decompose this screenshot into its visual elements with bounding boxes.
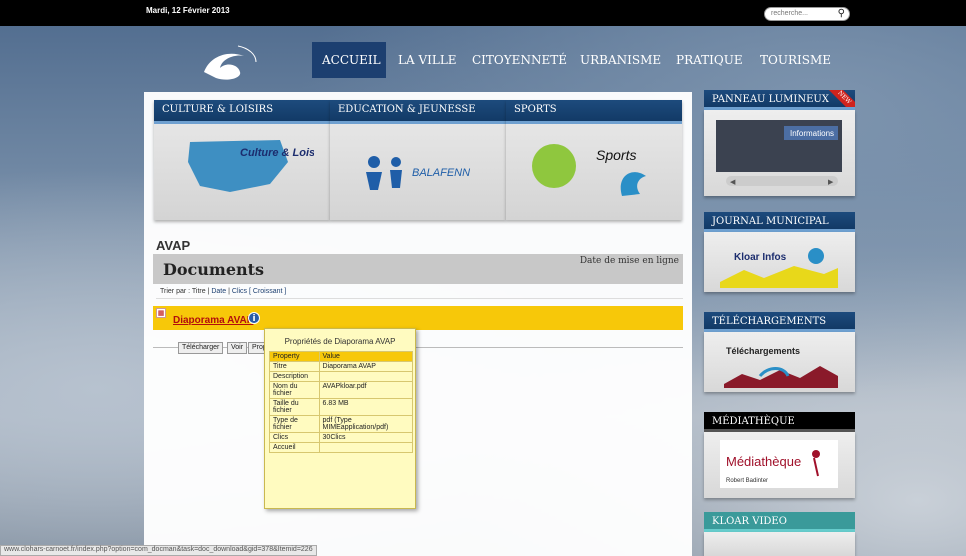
sidebar-title: PANNEAU LUMINEUX NEW (704, 90, 855, 110)
sidebar-title: JOURNAL MUNICIPAL (704, 212, 855, 232)
search-input[interactable]: recherche... ⚲ (764, 7, 850, 21)
culture-image-text: Culture & Loisirs (240, 147, 314, 159)
documents-title: Documents (163, 260, 265, 279)
view-button[interactable]: Voir (227, 342, 248, 354)
sidebar-box: Informations ◀ ▶ (704, 110, 855, 196)
info-icon[interactable]: i (248, 312, 260, 324)
sidebar-box (704, 532, 855, 556)
current-date: Mardi, 12 Février 2013 (146, 6, 230, 15)
culture-image: Culture & Loisirs (188, 140, 314, 192)
category-sports[interactable]: SPORTS Sports (506, 100, 682, 220)
sort-bar: Trier par : Titre | Date | Clics [ Crois… (160, 288, 286, 295)
value-cell (318, 442, 414, 453)
document-row: ▦ Diaporama AVAP i (153, 306, 683, 330)
table-header: Property (269, 351, 320, 362)
sidebar-title-text: PANNEAU LUMINEUX (712, 94, 829, 105)
education-image: BALAFENN (366, 156, 470, 190)
sidebar-box: Médiathèque Robert Badinter (704, 432, 855, 498)
sports-image-text: Sports (596, 147, 636, 163)
category-title: SPORTS (506, 100, 682, 124)
value-cell: 30Clics (318, 432, 414, 443)
table-row: Clics 30Clics (269, 432, 414, 443)
browser-status-bar: www.clohars-carnoet.fr/index.php?option=… (0, 545, 317, 556)
telechargements-text: Téléchargements (726, 346, 800, 356)
property-cell: Nom du fichier (269, 381, 320, 399)
nav-accueil[interactable]: ACCUEIL (312, 42, 386, 78)
sort-order-link[interactable]: [ Croissant ] (249, 288, 286, 295)
mediatheque-subtext: Robert Badinter (726, 478, 768, 484)
nav-urbanisme[interactable]: URBANISME (570, 42, 671, 78)
date-column-header: Date de mise en ligne (579, 256, 679, 266)
documents-header: Documents Date de mise en ligne (153, 254, 683, 284)
document-title-link[interactable]: Diaporama AVAP (173, 315, 253, 326)
value-cell: Diaporama AVAP (318, 361, 414, 372)
site-logo[interactable] (198, 42, 260, 84)
search-icon[interactable]: ⚲ (838, 8, 845, 19)
sidebar-panneau-lumineux[interactable]: PANNEAU LUMINEUX NEW Informations ◀ ▶ (704, 90, 855, 196)
table-row: Type de fichier pdf (Type MIMEapplicatio… (269, 415, 414, 433)
svg-text:▶: ▶ (828, 179, 834, 186)
info-panel-text: Informations (790, 129, 834, 138)
sidebar-title: KLOAR VIDEO (704, 512, 855, 532)
property-cell: Description (269, 371, 320, 382)
sidebar-box: Téléchargements (704, 332, 855, 392)
table-header-row: Property Value (269, 351, 414, 362)
sort-label: Trier par : Titre | (160, 288, 210, 295)
nav-citoyennete[interactable]: CITOYENNETÉ (462, 42, 577, 78)
sort-separator: | (228, 288, 230, 295)
info-panel-image: Informations ◀ ▶ (716, 120, 842, 186)
value-cell: AVAPkloar.pdf (318, 381, 414, 399)
svg-text:◀: ◀ (730, 179, 736, 186)
sports-image: Sports (532, 144, 646, 196)
table-row: Description (269, 371, 414, 382)
kloar-infos-image: Kloar Infos (720, 248, 838, 288)
value-cell: pdf (Type MIMEapplication/pdf) (318, 415, 414, 433)
property-cell: Accueil (269, 442, 320, 453)
page-title: AVAP (156, 238, 191, 253)
divider (156, 298, 683, 299)
properties-tooltip: Propriétés de Diaporama AVAP Property Va… (264, 328, 416, 509)
sort-by-date-link[interactable]: Date (211, 288, 226, 295)
wave-logo-icon (204, 45, 257, 80)
category-education[interactable]: EDUCATION & JEUNESSE BALAFENN (330, 100, 506, 220)
document-file-icon: ▦ (156, 308, 166, 318)
value-cell (318, 371, 414, 382)
sidebar-title: TÉLÉCHARGEMENTS (704, 312, 855, 332)
table-row: Taille du fichier 6.83 MB (269, 398, 414, 416)
category-culture[interactable]: CULTURE & LOISIRS Culture & Loisirs (154, 100, 330, 220)
nav-tourisme[interactable]: TOURISME (750, 42, 841, 78)
sidebar-journal-municipal[interactable]: JOURNAL MUNICIPAL Kloar Infos (704, 212, 855, 292)
properties-table: Property Value Titre Diaporama AVAP Desc… (269, 351, 414, 453)
table-header: Value (318, 351, 414, 362)
property-cell: Titre (269, 361, 320, 372)
category-title: CULTURE & LOISIRS (154, 100, 330, 124)
property-cell: Clics (269, 432, 320, 443)
mediatheque-image: Médiathèque Robert Badinter (720, 440, 838, 488)
value-cell: 6.83 MB (318, 398, 414, 416)
education-image-text: BALAFENN (412, 167, 470, 179)
sidebar-kloar-video[interactable]: KLOAR VIDEO (704, 512, 855, 556)
mediatheque-text: Médiathèque (726, 454, 801, 469)
download-button[interactable]: Télécharger (178, 342, 224, 354)
sort-by-clics-link[interactable]: Clics (232, 288, 247, 295)
nav-pratique[interactable]: PRATIQUE (666, 42, 753, 78)
property-cell: Taille du fichier (269, 398, 320, 416)
kloar-infos-text: Kloar Infos (734, 252, 787, 263)
search-placeholder: recherche... (771, 10, 808, 17)
top-bar: Mardi, 12 Février 2013 recherche... ⚲ (0, 0, 966, 26)
sidebar-mediatheque[interactable]: MÉDIATHÈQUE Médiathèque Robert Badinter (704, 412, 855, 498)
sidebar-telechargements[interactable]: TÉLÉCHARGEMENTS Téléchargements (704, 312, 855, 392)
category-title: EDUCATION & JEUNESSE (330, 100, 506, 124)
table-row: Accueil (269, 442, 414, 453)
nav-la-ville[interactable]: LA VILLE (388, 42, 467, 78)
telechargements-image: Téléchargements (724, 346, 838, 388)
property-cell: Type de fichier (269, 415, 320, 433)
tooltip-title: Propriétés de Diaporama AVAP (284, 337, 396, 346)
sidebar-box: Kloar Infos (704, 232, 855, 292)
table-row: Titre Diaporama AVAP (269, 361, 414, 372)
table-row: Nom du fichier AVAPkloar.pdf (269, 381, 414, 399)
sidebar-title: MÉDIATHÈQUE (704, 412, 855, 432)
